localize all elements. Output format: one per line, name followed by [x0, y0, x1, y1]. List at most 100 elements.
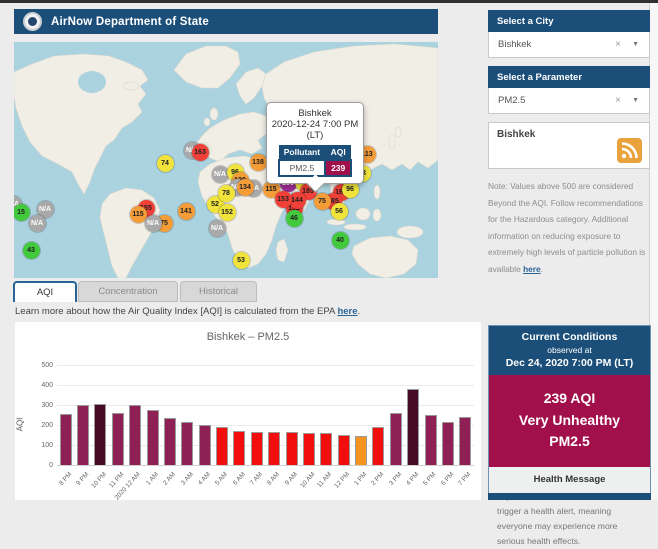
chart-bar[interactable] [251, 432, 263, 465]
chart-bar[interactable] [303, 433, 315, 465]
world-aqi-map[interactable]: N/A16374N/A15N/AN/A4315511575N/A14152152… [14, 42, 438, 278]
chart-gridline [57, 365, 474, 366]
city-select-value: Bishkek [498, 39, 531, 50]
rss-icon[interactable] [617, 138, 642, 163]
chart-bar[interactable] [164, 418, 176, 465]
chart-bar[interactable] [94, 404, 106, 465]
aqi-map-marker[interactable]: 78 [218, 185, 235, 202]
aqi-map-marker[interactable]: N/A [145, 215, 162, 232]
aqi-map-marker[interactable]: 115 [130, 206, 147, 223]
learn-more-line: Learn more about how the Air Quality Ind… [15, 306, 360, 317]
current-conditions-panel: Current Conditions observed at Dec 24, 2… [488, 325, 651, 500]
aqi-map-marker[interactable]: 163 [192, 144, 209, 161]
chart-bar[interactable] [459, 417, 471, 465]
aqi-map-marker[interactable]: N/A [209, 220, 226, 237]
chart-bar[interactable] [199, 425, 211, 465]
aqi-map-marker[interactable]: 56 [331, 203, 348, 220]
chart-x-tick: 10 PM [90, 471, 108, 490]
tab-aqi[interactable]: AQI [13, 281, 77, 302]
chart-x-tick: 11 AM [316, 471, 333, 489]
chart-x-tick: 4 PM [405, 471, 420, 487]
chart-y-tick: 400 [23, 382, 53, 389]
popup-datetime: 2020-12-24 7:00 PM [270, 119, 360, 130]
chart-bar[interactable] [147, 410, 159, 465]
chart-x-tick: 7 PM [457, 471, 472, 487]
aqi-map-marker[interactable]: 15 [14, 204, 30, 221]
parameter-clear-icon[interactable]: × [615, 95, 621, 106]
city-caret-down-icon[interactable]: ▼ [632, 41, 639, 48]
aqi-map-marker[interactable]: 152 [219, 204, 236, 221]
chart-bar[interactable] [112, 413, 124, 465]
chart-y-tick: 200 [23, 422, 53, 429]
aqi-map-marker[interactable]: 153 [275, 191, 292, 208]
aqi-map-marker[interactable]: N/A [29, 215, 46, 232]
chart-gridline [57, 385, 474, 386]
select-city-header: Select a City [488, 10, 650, 32]
aqi-map-marker[interactable]: 138 [250, 154, 267, 171]
chart-bar[interactable] [425, 415, 437, 465]
chart-bar[interactable] [390, 413, 402, 465]
observed-at-label: observed at [491, 345, 648, 355]
chart-bar[interactable] [216, 427, 228, 465]
chart-bar[interactable] [233, 431, 245, 465]
chart-title: Bishkek – PM2.5 [15, 331, 481, 343]
chart-bar[interactable] [355, 436, 367, 465]
chart-x-tick: 3 AM [179, 471, 194, 487]
chart-bar[interactable] [77, 405, 89, 465]
chart-x-tick: 12 PM [333, 471, 351, 490]
chart-bar[interactable] [181, 422, 193, 465]
parameter-select[interactable]: PM2.5 × ▼ [488, 88, 650, 114]
city-select[interactable]: Bishkek × ▼ [488, 32, 650, 58]
learn-more-suffix: . [358, 306, 361, 317]
tab-historical[interactable]: Historical [180, 281, 257, 302]
chart-bar[interactable] [372, 427, 384, 465]
chart-x-tick: 6 AM [232, 471, 247, 487]
parameter-caret-down-icon[interactable]: ▼ [632, 97, 639, 104]
airnow-dos-page: AirNow Department of State [0, 0, 658, 500]
popup-city: Bishkek [270, 108, 360, 119]
observed-datetime: Dec 24, 2020 7:00 PM (LT) [491, 357, 648, 369]
aqi-map-marker[interactable]: 40 [332, 232, 349, 249]
chart-bar[interactable] [407, 389, 419, 465]
select-parameter-header: Select a Parameter [488, 66, 650, 88]
aqi-map-marker[interactable]: 134 [237, 179, 254, 196]
chart-bar[interactable] [286, 432, 298, 465]
chart-x-tick: 6 PM [440, 471, 455, 487]
chart-bar[interactable] [268, 432, 280, 465]
panel-footer-strip [488, 493, 651, 500]
chart-x-tick: 3 PM [388, 471, 403, 487]
epa-here-link[interactable]: here [337, 306, 357, 317]
note-here-link[interactable]: here [523, 264, 541, 274]
chart-bar[interactable] [320, 433, 332, 465]
chart-x-tick: 1 AM [145, 471, 160, 487]
chart-bar[interactable] [442, 422, 454, 465]
chart-bar[interactable] [129, 405, 141, 465]
popup-aqi-header: AQI [325, 145, 351, 160]
note-text: Note: Values above 500 are considered Be… [488, 181, 645, 274]
note-suffix: . [541, 264, 543, 274]
current-conditions-title: Current Conditions [491, 331, 648, 343]
aqi-map-marker[interactable]: 53 [233, 252, 250, 269]
chart-x-tick: 8 AM [266, 471, 281, 487]
chart-bar[interactable] [338, 435, 350, 465]
chart-x-tick: 7 AM [249, 471, 264, 487]
aqi-bar-chart: Bishkek – PM2.5 AQI 01002003004005008 PM… [15, 322, 481, 500]
tab-concentration[interactable]: Concentration [78, 281, 178, 302]
chart-y-tick: 100 [23, 442, 53, 449]
app-title: AirNow Department of State [51, 16, 209, 28]
aqi-map-marker[interactable]: 75 [314, 193, 331, 210]
aqi-map-marker[interactable]: N/A [212, 166, 229, 183]
chart-x-tick: 8 PM [58, 471, 73, 487]
aqi-map-marker[interactable]: 74 [157, 155, 174, 172]
chart-x-tick: 5 AM [214, 471, 229, 487]
chart-x-tick: 5 PM [422, 471, 437, 487]
chart-x-tick: 2 PM [370, 471, 385, 487]
aqi-map-marker[interactable]: 141 [178, 203, 195, 220]
chart-gridline [57, 465, 474, 466]
popup-timezone: (LT) [270, 130, 360, 141]
chart-bar[interactable] [60, 414, 72, 465]
aqi-map-marker[interactable]: 46 [286, 210, 303, 227]
aqi-map-marker[interactable]: 43 [23, 242, 40, 259]
chart-x-tick: 9 PM [75, 471, 90, 487]
city-clear-icon[interactable]: × [615, 39, 621, 50]
